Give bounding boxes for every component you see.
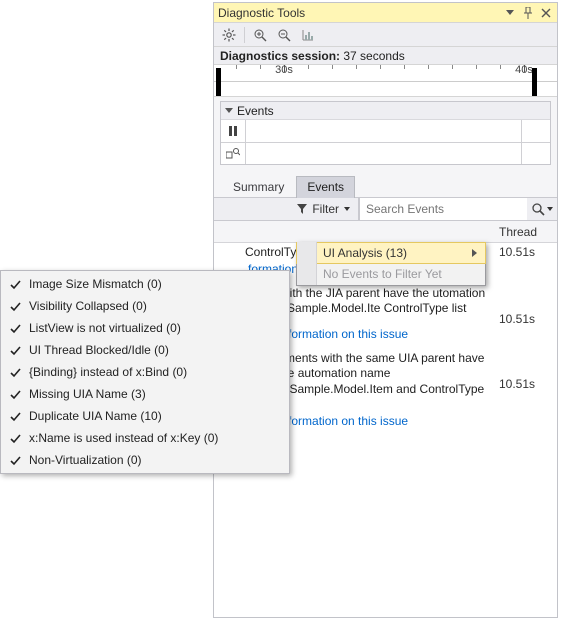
checklist-label: ListView is not virtualized (0) [29,321,181,335]
filter-row: Filter [214,197,557,221]
checklist-item[interactable]: Missing UIA Name (3) [1,383,289,405]
timeline-tick-label: 30s [275,64,293,76]
search-options-caret-icon[interactable] [547,207,553,211]
zoom-in-button[interactable] [249,25,271,45]
check-icon [9,344,21,356]
checklist-item[interactable]: x:Name is used instead of x:Key (0) [1,427,289,449]
checklist-label: {Binding} instead of x:Bind (0) [29,365,187,379]
checklist-item[interactable]: Non-Virtualization (0) [1,449,289,471]
toolbar-separator [244,27,245,43]
close-icon[interactable] [539,6,553,20]
check-icon [9,454,21,466]
filter-button[interactable]: Filter [289,198,359,220]
event-time: 10.51s [499,312,553,326]
event-link[interactable]: More information on this issue [248,327,557,341]
check-icon [9,410,21,422]
checklist-label: Non-Virtualization (0) [29,453,142,467]
menu-label: No Events to Filter Yet [323,267,442,281]
tab-events[interactable]: Events [296,176,355,198]
checklist-item[interactable]: ListView is not virtualized (0) [1,317,289,339]
filter-dropdown-popup: UI Analysis (13) No Events to Filter Yet [296,242,486,286]
checklist-label: UI Thread Blocked/Idle (0) [29,343,169,357]
check-icon [9,388,21,400]
checklist-label: Missing UIA Name (3) [29,387,146,401]
lower-tabs: Summary Events [214,173,557,197]
session-value: 37 seconds [343,49,404,63]
checklist-label: x:Name is used instead of x:Key (0) [29,431,218,445]
title-bar: Diagnostic Tools [214,3,557,23]
event-link[interactable]: More information on this issue [248,414,557,428]
toolbar [214,23,557,47]
checklist-item[interactable]: Duplicate UIA Name (10) [1,405,289,427]
column-thread[interactable]: Thread [495,225,557,239]
timeline-tick-label: 40s [515,64,533,76]
intellitrace-icon[interactable] [225,145,241,161]
dropdown-icon[interactable] [503,6,517,20]
menu-label: UI Analysis (13) [323,246,407,260]
zoom-out-button[interactable] [273,25,295,45]
check-icon [9,322,21,334]
events-track-pane: Events [220,101,551,165]
search-input[interactable] [364,201,523,217]
checklist-label: Image Size Mismatch (0) [29,277,162,291]
check-icon [9,278,21,290]
check-icon [9,366,21,378]
funnel-icon [297,204,307,214]
menu-item-no-events: No Events to Filter Yet [297,263,485,285]
pin-icon[interactable] [521,6,535,20]
check-icon [9,432,21,444]
checklist-item[interactable]: UI Thread Blocked/Idle (0) [1,339,289,361]
checklist-item[interactable]: Image Size Mismatch (0) [1,273,289,295]
search-icon[interactable] [531,202,545,216]
window-title: Diagnostic Tools [218,6,499,20]
checklist-label: Duplicate UIA Name (10) [29,409,162,423]
filter-label: Filter [312,202,339,216]
caret-down-icon [344,207,350,211]
submenu-caret-icon [472,249,477,257]
collapse-icon[interactable] [225,108,233,113]
event-time: 10.51s [499,245,553,259]
session-info: Diagnostics session: 37 seconds [214,47,557,65]
chart-view-button[interactable] [297,25,319,45]
event-time: 10.51s [499,377,553,391]
pause-icon[interactable] [225,123,241,139]
search-events-box[interactable] [359,198,527,220]
tab-summary[interactable]: Summary [222,176,295,198]
checklist-item[interactable]: {Binding} instead of x:Bind (0) [1,361,289,383]
ui-analysis-checklist: Image Size Mismatch (0) Visibility Colla… [0,270,290,474]
settings-button[interactable] [218,25,240,45]
events-track-header[interactable]: Events [221,102,550,120]
events-grid-header: Thread [214,221,557,243]
checklist-item[interactable]: Visibility Collapsed (0) [1,295,289,317]
check-icon [9,300,21,312]
timeline-ruler[interactable]: 30s 40s [214,65,557,97]
events-track-label: Events [237,104,274,118]
checklist-label: Visibility Collapsed (0) [29,299,147,313]
menu-item-ui-analysis[interactable]: UI Analysis (13) [296,242,486,264]
session-prefix: Diagnostics session: [220,49,343,63]
